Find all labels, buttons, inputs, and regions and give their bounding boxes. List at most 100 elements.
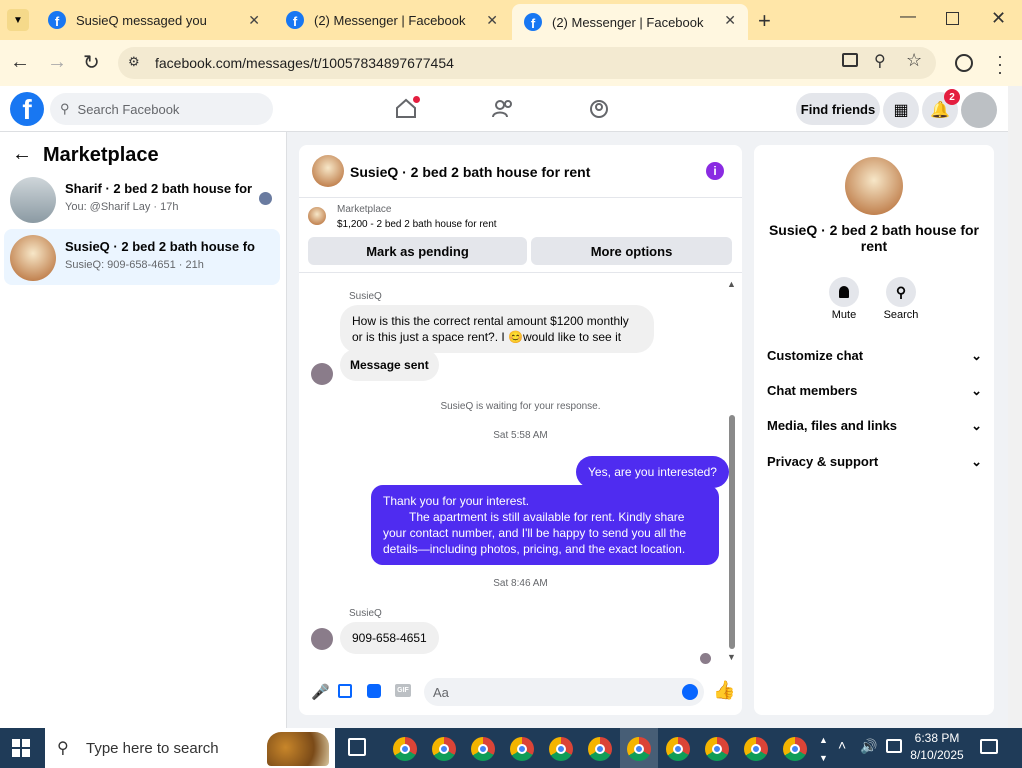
- chrome-icon[interactable]: [510, 737, 534, 761]
- outgoing-message[interactable]: Thank you for your interest. The apartme…: [371, 485, 719, 565]
- facebook-favicon-icon: f: [524, 13, 542, 31]
- network-icon[interactable]: [886, 739, 902, 753]
- chevron-down-icon: ⌄: [971, 454, 982, 469]
- close-tab-icon[interactable]: ✕: [486, 12, 498, 29]
- friends-icon[interactable]: [492, 99, 514, 122]
- back-arrow-icon[interactable]: ←: [12, 143, 32, 166]
- chrome-icon[interactable]: [744, 737, 768, 761]
- minimize-icon[interactable]: —: [900, 8, 916, 26]
- message-input[interactable]: Aa: [424, 678, 704, 706]
- search-in-chat-button[interactable]: ⚲: [886, 277, 916, 307]
- chrome-icon[interactable]: [783, 737, 807, 761]
- info-icon[interactable]: i: [706, 162, 724, 180]
- conversation-item-selected[interactable]: SusieQ · 2 bed 2 bath house for rent Sus…: [4, 229, 280, 285]
- taskbar-search-placeholder: Type here to search: [86, 740, 219, 757]
- media-files-links-section[interactable]: Media, files and links ⌄: [767, 418, 982, 434]
- chrome-icon[interactable]: [471, 737, 495, 761]
- voice-clip-icon[interactable]: 🎤: [311, 683, 330, 701]
- scrollbar-thumb[interactable]: [729, 415, 735, 649]
- notification-badge: 2: [944, 89, 960, 105]
- close-tab-icon[interactable]: ✕: [724, 12, 736, 29]
- browser-tab-2[interactable]: f (2) Messenger | Facebook ✕: [274, 0, 510, 40]
- notification-center-icon[interactable]: [980, 739, 998, 754]
- chat-header-thumbnail[interactable]: [312, 155, 344, 187]
- address-bar[interactable]: ⚙ facebook.com/messages/t/10057834897677…: [118, 47, 936, 79]
- reload-icon[interactable]: ↻: [83, 50, 100, 75]
- taskbar-search-box[interactable]: ⚲ Type here to search: [45, 728, 335, 768]
- chrome-icon[interactable]: [666, 737, 690, 761]
- chrome-icon[interactable]: [705, 737, 729, 761]
- emoji-icon[interactable]: [682, 684, 698, 700]
- mark-as-pending-button[interactable]: Mark as pending: [308, 237, 527, 265]
- conversation-item[interactable]: Sharif · 2 bed 2 bath house for r... You…: [4, 171, 280, 227]
- chat-title[interactable]: SusieQ · 2 bed 2 bath house for rent: [350, 164, 590, 180]
- browser-menu-icon[interactable]: · · ·: [997, 47, 1003, 81]
- facebook-logo[interactable]: f: [10, 92, 44, 126]
- sender-avatar: [311, 628, 333, 650]
- gif-icon[interactable]: GIF: [395, 684, 411, 697]
- tab-title: (2) Messenger | Facebook: [314, 12, 466, 28]
- chevron-down-icon: ⌄: [971, 348, 982, 363]
- hidden-icons-chevron-icon[interactable]: ˄: [838, 737, 846, 753]
- search-placeholder: Search Facebook: [77, 101, 180, 117]
- taskbar-scroll-arrows[interactable]: ▲ ▼: [819, 731, 828, 767]
- menu-grid-icon[interactable]: ▦: [883, 92, 919, 128]
- customize-chat-section[interactable]: Customize chat ⌄: [767, 348, 982, 364]
- chrome-icon[interactable]: [432, 737, 456, 761]
- sidebar-title: Marketplace: [43, 144, 159, 166]
- mute-button[interactable]: [829, 277, 859, 307]
- back-icon[interactable]: ←: [10, 51, 30, 74]
- waiting-status: SusieQ is waiting for your response.: [440, 401, 601, 412]
- attach-photo-icon[interactable]: [338, 684, 352, 698]
- close-window-icon[interactable]: ✕: [991, 8, 1006, 29]
- home-notification-dot: [413, 96, 420, 103]
- page-scrollbar[interactable]: [1008, 86, 1022, 728]
- incoming-message[interactable]: How is this the correct rental amount $1…: [340, 305, 654, 353]
- like-thumb-icon[interactable]: 👍: [713, 680, 735, 701]
- tab-search-button[interactable]: ▼: [7, 9, 29, 31]
- listing-thumbnail: [10, 235, 56, 281]
- volume-icon[interactable]: 🔊: [860, 738, 877, 755]
- incoming-message[interactable]: 909-658-4651: [340, 622, 439, 654]
- site-info-icon[interactable]: ⚙: [128, 54, 140, 70]
- home-icon[interactable]: [395, 96, 420, 118]
- clock-date[interactable]: 8/10/2025: [903, 748, 971, 762]
- incoming-message[interactable]: Message sent: [340, 349, 439, 381]
- new-tab-icon[interactable]: +: [758, 8, 771, 34]
- listing-thumbnail: [10, 177, 56, 223]
- browser-tab-3-active[interactable]: f (2) Messenger | Facebook ✕: [512, 4, 748, 40]
- privacy-support-section[interactable]: Privacy & support ⌄: [767, 454, 982, 470]
- outgoing-message[interactable]: Yes, are you interested?: [576, 456, 729, 488]
- close-tab-icon[interactable]: ✕: [248, 12, 260, 29]
- chrome-icon[interactable]: [588, 737, 612, 761]
- scrollbar-down-arrow[interactable]: ▼: [727, 652, 736, 662]
- chevron-down-icon: ⌄: [971, 383, 982, 398]
- tab-title: SusieQ messaged you: [76, 12, 207, 28]
- task-view-icon[interactable]: [348, 738, 366, 756]
- conversation-list: ← Marketplace Sharif · 2 bed 2 bath hous…: [0, 132, 287, 728]
- bookmark-star-icon[interactable]: ☆: [906, 50, 922, 71]
- chrome-icon[interactable]: [393, 737, 417, 761]
- search-icon: ⚲: [57, 740, 69, 757]
- windows-start-icon[interactable]: [12, 739, 30, 757]
- account-avatar[interactable]: [961, 92, 997, 128]
- maximize-icon[interactable]: [946, 12, 959, 25]
- search-icon: ⚲: [895, 283, 907, 300]
- browser-tab-1[interactable]: f SusieQ messaged you ✕: [36, 0, 272, 40]
- find-friends-button[interactable]: Find friends: [796, 93, 880, 125]
- forward-icon[interactable]: →: [47, 51, 67, 74]
- profile-icon[interactable]: [955, 54, 973, 72]
- chat-members-section[interactable]: Chat members ⌄: [767, 383, 982, 399]
- more-options-button[interactable]: More options: [531, 237, 732, 265]
- install-app-icon[interactable]: [842, 53, 858, 67]
- groups-icon[interactable]: [588, 99, 610, 122]
- chat-panel: SusieQ · 2 bed 2 bath house for rent i M…: [299, 145, 742, 715]
- chrome-icon[interactable]: [627, 737, 651, 761]
- facebook-search-input[interactable]: ⚲ Search Facebook: [50, 93, 273, 125]
- zoom-icon[interactable]: ⚲: [874, 51, 886, 71]
- sticker-icon[interactable]: [367, 684, 381, 698]
- clock-time[interactable]: 6:38 PM: [903, 731, 971, 745]
- scrollbar-up-arrow[interactable]: ▲: [727, 279, 736, 289]
- chrome-icon[interactable]: [549, 737, 573, 761]
- facebook-favicon-icon: f: [286, 11, 304, 29]
